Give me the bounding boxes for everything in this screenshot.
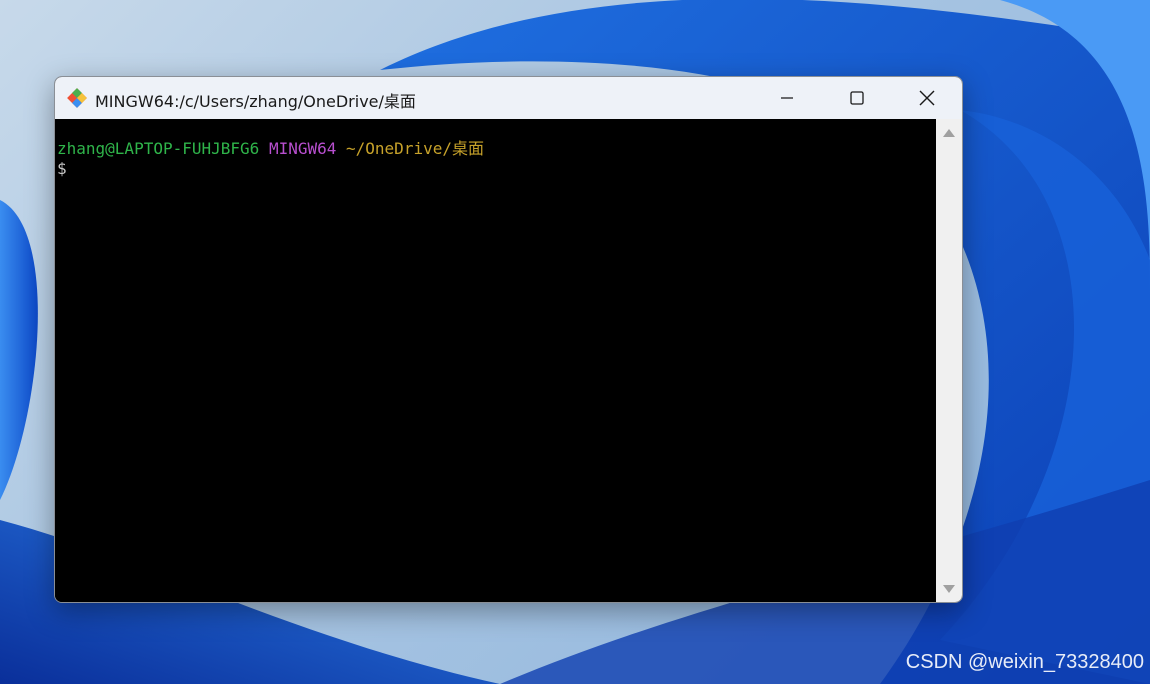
- input-line[interactable]: $: [55, 159, 936, 179]
- terminal-window: MINGW64:/c/Users/zhang/OneDrive/桌面 zhang…: [54, 76, 963, 603]
- watermark: CSDN @weixin_73328400: [905, 651, 1144, 673]
- maximize-button[interactable]: [822, 77, 892, 119]
- prompt-line: zhang@LAPTOP-FUHJBFG6 MINGW64 ~/OneDrive…: [55, 139, 936, 159]
- close-button[interactable]: [892, 77, 962, 119]
- terminal-output[interactable]: zhang@LAPTOP-FUHJBFG6 MINGW64 ~/OneDrive…: [55, 119, 936, 602]
- minimize-button[interactable]: [752, 77, 822, 119]
- prompt-path: ~/OneDrive/桌面: [346, 139, 484, 158]
- window-title: MINGW64:/c/Users/zhang/OneDrive/桌面: [95, 92, 416, 111]
- git-bash-icon: [67, 88, 87, 108]
- maximize-icon: [850, 91, 864, 105]
- prompt-env: MINGW64: [268, 139, 337, 158]
- wallpaper-bloom-left: [0, 200, 38, 500]
- prompt-dollar: $: [57, 159, 67, 178]
- scroll-up-arrow-icon[interactable]: [943, 129, 955, 137]
- minimize-icon: [781, 97, 793, 99]
- close-icon: [919, 90, 935, 106]
- titlebar[interactable]: MINGW64:/c/Users/zhang/OneDrive/桌面: [55, 77, 962, 119]
- desktop: MINGW64:/c/Users/zhang/OneDrive/桌面 zhang…: [0, 0, 1150, 684]
- vertical-scrollbar[interactable]: [936, 119, 962, 602]
- prompt-user-host: zhang@LAPTOP-FUHJBFG6: [57, 139, 260, 158]
- scroll-down-arrow-icon[interactable]: [943, 585, 955, 593]
